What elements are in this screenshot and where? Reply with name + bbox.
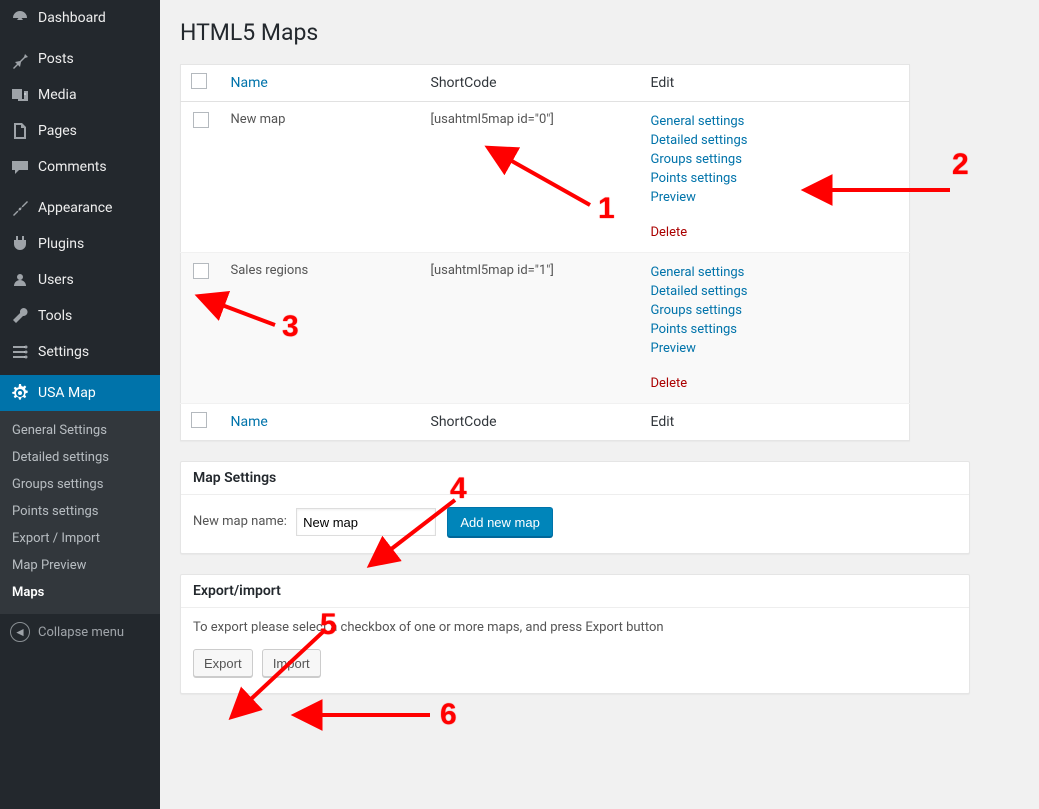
export-button[interactable]: Export [193, 649, 253, 677]
submenu-item-general-settings[interactable]: General Settings [0, 417, 160, 444]
row-checkbox[interactable] [193, 263, 209, 279]
sidebar-item-usa-map[interactable]: USA Map [0, 375, 160, 411]
link-detailed-settings[interactable]: Detailed settings [651, 282, 900, 301]
link-preview[interactable]: Preview [651, 188, 900, 207]
submenu-item-points-settings[interactable]: Points settings [0, 498, 160, 525]
row-name: Sales regions [221, 253, 421, 404]
dashboard-icon [10, 8, 30, 28]
link-delete[interactable]: Delete [651, 374, 900, 393]
column-header-edit: Edit [641, 65, 910, 102]
link-groups-settings[interactable]: Groups settings [651, 150, 900, 169]
sidebar-item-plugins[interactable]: Plugins [0, 226, 160, 262]
add-new-map-button[interactable]: Add new map [447, 507, 553, 537]
new-map-name-input[interactable] [296, 508, 436, 536]
gear-icon [10, 383, 30, 403]
admin-sidebar: Dashboard Posts Media Pages Comments App… [0, 0, 160, 809]
sidebar-item-media[interactable]: Media [0, 77, 160, 113]
pin-icon [10, 49, 30, 69]
row-edit-links: General settings Detailed settings Group… [651, 263, 900, 393]
collapse-icon: ◄ [10, 622, 30, 642]
submenu-item-groups-settings[interactable]: Groups settings [0, 471, 160, 498]
sidebar-item-label: Settings [38, 343, 89, 361]
column-footer-shortcode: ShortCode [421, 404, 641, 441]
settings-icon [10, 342, 30, 362]
page-title: HTML5 Maps [180, 10, 1019, 50]
column-footer-name[interactable]: Name [231, 414, 268, 430]
submenu-item-export-import[interactable]: Export / Import [0, 525, 160, 552]
table-row: New map [usahtml5map id="0"] General set… [181, 102, 910, 253]
sidebar-item-label: USA Map [38, 384, 96, 402]
media-icon [10, 85, 30, 105]
users-icon [10, 270, 30, 290]
row-name: New map [221, 102, 421, 253]
import-button[interactable]: Import [262, 649, 321, 677]
collapse-menu[interactable]: ◄ Collapse menu [0, 614, 160, 650]
column-footer-edit: Edit [641, 404, 910, 441]
submenu-item-map-preview[interactable]: Map Preview [0, 552, 160, 579]
submenu-item-maps[interactable]: Maps [0, 579, 160, 606]
table-row: Sales regions [usahtml5map id="1"] Gener… [181, 253, 910, 404]
row-edit-links: General settings Detailed settings Group… [651, 112, 900, 242]
link-preview[interactable]: Preview [651, 339, 900, 358]
sidebar-item-label: Tools [38, 307, 72, 325]
link-groups-settings[interactable]: Groups settings [651, 301, 900, 320]
sidebar-item-appearance[interactable]: Appearance [0, 190, 160, 226]
sidebar-item-dashboard[interactable]: Dashboard [0, 0, 160, 36]
sidebar-item-label: Comments [38, 158, 107, 176]
sidebar-item-label: Users [38, 271, 74, 289]
link-general-settings[interactable]: General settings [651, 112, 900, 131]
sidebar-item-label: Posts [38, 50, 74, 68]
comments-icon [10, 157, 30, 177]
row-shortcode: [usahtml5map id="1"] [421, 253, 641, 404]
link-delete[interactable]: Delete [651, 223, 900, 242]
maps-table: Name ShortCode Edit New map [usahtml5map… [180, 64, 910, 441]
sidebar-item-label: Appearance [38, 199, 112, 217]
map-settings-heading: Map Settings [181, 462, 969, 495]
main-content: HTML5 Maps Name ShortCode Edit New map [… [160, 0, 1039, 809]
submenu-item-detailed-settings[interactable]: Detailed settings [0, 444, 160, 471]
sidebar-item-label: Plugins [38, 235, 84, 253]
sidebar-item-posts[interactable]: Posts [0, 41, 160, 77]
sidebar-item-pages[interactable]: Pages [0, 113, 160, 149]
export-help-text: To export please select a checkbox of on… [193, 620, 957, 635]
link-general-settings[interactable]: General settings [651, 263, 900, 282]
sidebar-submenu-usa-map: General Settings Detailed settings Group… [0, 411, 160, 614]
tools-icon [10, 306, 30, 326]
column-header-name[interactable]: Name [231, 75, 268, 91]
link-detailed-settings[interactable]: Detailed settings [651, 131, 900, 150]
sidebar-item-tools[interactable]: Tools [0, 298, 160, 334]
export-import-heading: Export/import [181, 575, 969, 608]
row-shortcode: [usahtml5map id="0"] [421, 102, 641, 253]
sidebar-item-users[interactable]: Users [0, 262, 160, 298]
select-all-top-checkbox[interactable] [191, 73, 207, 89]
select-all-bottom-checkbox[interactable] [191, 412, 207, 428]
link-points-settings[interactable]: Points settings [651, 320, 900, 339]
export-import-box: Export/import To export please select a … [180, 574, 970, 694]
sidebar-item-label: Dashboard [38, 9, 106, 27]
pages-icon [10, 121, 30, 141]
sidebar-item-comments[interactable]: Comments [0, 149, 160, 185]
row-checkbox[interactable] [193, 112, 209, 128]
collapse-label: Collapse menu [38, 625, 124, 640]
sidebar-item-label: Media [38, 86, 77, 104]
new-map-name-label: New map name: [193, 514, 287, 529]
plugins-icon [10, 234, 30, 254]
column-header-shortcode: ShortCode [421, 65, 641, 102]
sidebar-item-settings[interactable]: Settings [0, 334, 160, 370]
sidebar-item-label: Pages [38, 122, 77, 140]
link-points-settings[interactable]: Points settings [651, 169, 900, 188]
appearance-icon [10, 198, 30, 218]
map-settings-box: Map Settings New map name: Add new map [180, 461, 970, 554]
